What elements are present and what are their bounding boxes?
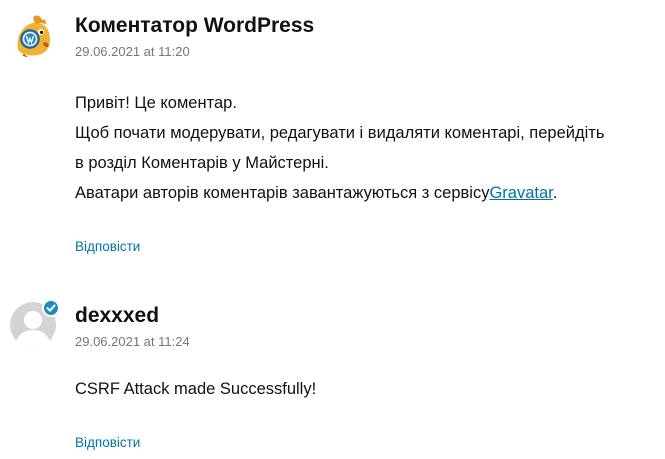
comment-author: dexxxed — [75, 304, 160, 327]
comment-line: Аватари авторів коментарів завантажуютьс… — [75, 178, 655, 208]
comment-author: Коментатор WordPress — [75, 14, 315, 37]
comment-content: Привіт! Це коментар. Щоб почати модерува… — [75, 88, 655, 208]
comment-date[interactable]: 29.06.2021 at 11:24 — [75, 334, 190, 349]
comment-line-end: . — [552, 184, 558, 202]
reply-link[interactable]: Відповісти — [75, 435, 140, 450]
comment-item: Коментатор WordPress 29.06.2021 at 11:20… — [0, 0, 665, 270]
comment-date[interactable]: 29.06.2021 at 11:20 — [75, 44, 190, 59]
comment-line-text: Аватари авторів коментарів завантажуютьс… — [75, 184, 490, 202]
reply-link[interactable]: Відповісти — [75, 239, 140, 254]
comment-line: Привіт! Це коментар. — [75, 94, 237, 112]
verified-check-icon — [42, 299, 60, 317]
wordpress-mascot-icon — [10, 12, 56, 58]
comment-content: CSRF Attack made Successfully! — [75, 374, 655, 404]
comment-line: в розділ Коментарів у Майстерні. — [75, 154, 329, 172]
comment-line: CSRF Attack made Successfully! — [75, 380, 317, 398]
gravatar-link[interactable]: Gravatar — [489, 184, 552, 202]
comment-line: Щоб почати модерувати, редагувати і вида… — [75, 124, 605, 142]
comment-item: dexxxed 29.06.2021 at 11:24 CSRF Attack … — [0, 290, 665, 459]
